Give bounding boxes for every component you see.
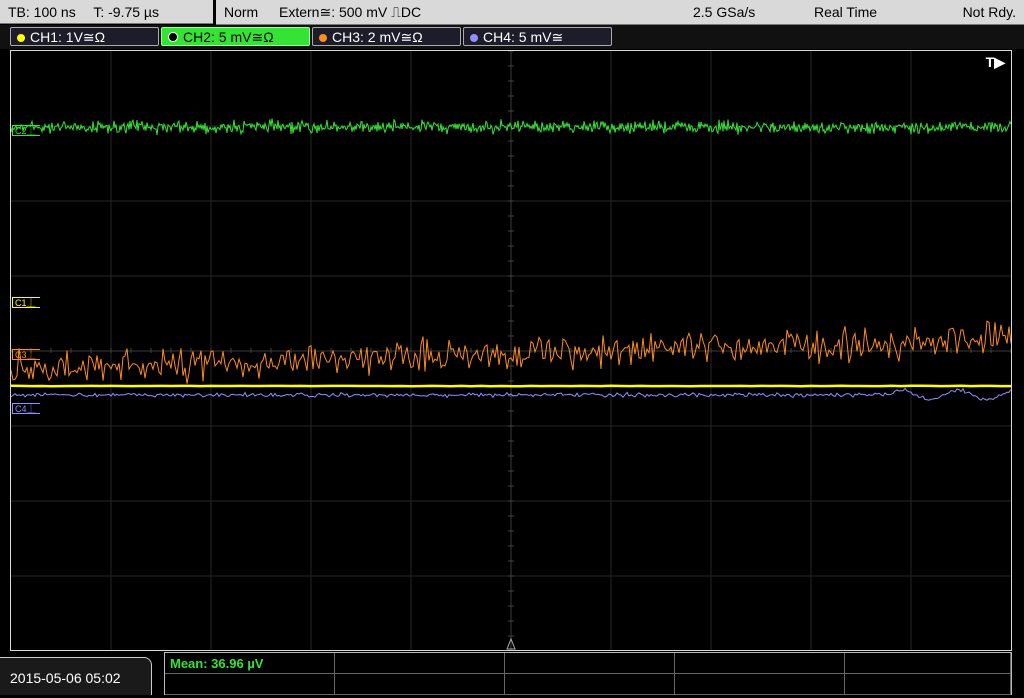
measurement-cell[interactable] bbox=[675, 674, 845, 695]
measurement-cell[interactable] bbox=[675, 653, 845, 674]
channel-2-label: CH2: 5 mV≅Ω bbox=[183, 29, 274, 45]
status-bar: TB: 100 ns T: -9.75 µs Norm Extern≅: 500… bbox=[0, 0, 1024, 25]
channel-4-label: CH4: 5 mV≅ bbox=[483, 29, 563, 45]
trigger-mode: Norm bbox=[224, 0, 258, 24]
mean-measurement: Mean: 36.96 µV bbox=[170, 655, 263, 672]
channel-bar: CH1: 1V≅Ω CH2: 5 mV≅Ω CH3: 2 mV≅Ω CH4: 5… bbox=[0, 25, 1024, 49]
graticule bbox=[11, 51, 1011, 650]
channel-1-dot-icon bbox=[17, 34, 25, 42]
measurement-cell[interactable] bbox=[845, 653, 1011, 674]
channel-1-marker[interactable]: C1⏊ bbox=[12, 297, 40, 308]
timebase-value: TB: 100 ns bbox=[8, 4, 76, 20]
measurement-cell[interactable] bbox=[505, 674, 675, 695]
acquisition-status: Not Rdy. bbox=[963, 0, 1016, 24]
measurement-cell[interactable] bbox=[335, 674, 505, 695]
waveform-canvas bbox=[11, 51, 1011, 650]
measurement-cell[interactable] bbox=[335, 653, 505, 674]
measurement-cell[interactable] bbox=[845, 674, 1011, 695]
channel-3-tab[interactable]: CH3: 2 mV≅Ω bbox=[312, 27, 461, 46]
measurement-cell[interactable] bbox=[505, 653, 675, 674]
channel-3-marker[interactable]: C3⏊ bbox=[12, 349, 40, 360]
acquisition-mode: Real Time bbox=[814, 0, 877, 24]
trigger-source: Extern≅: 500 mV ⎍DC bbox=[279, 0, 421, 24]
channel-1-tab[interactable]: CH1: 1V≅Ω bbox=[10, 27, 159, 46]
sample-rate: 2.5 GSa/s bbox=[693, 0, 755, 24]
trigger-marker-icon: T▶ bbox=[986, 54, 1005, 71]
channel-3-dot-icon bbox=[319, 34, 327, 42]
channel-2-marker[interactable]: C2⏊ bbox=[12, 125, 40, 136]
channel-3-label: CH3: 2 mV≅Ω bbox=[332, 29, 423, 45]
date-time: 2015-05-06 05:02 bbox=[0, 657, 152, 695]
waveform-display[interactable]: T▶ C2⏊ C1⏊ C3⏊ C4⏊ bbox=[10, 50, 1012, 651]
channel-4-marker[interactable]: C4⏊ bbox=[12, 403, 40, 414]
channel-2-dot-icon bbox=[168, 32, 178, 42]
measurement-table[interactable]: Mean: 36.96 µV bbox=[164, 652, 1012, 695]
timebase-panel[interactable]: TB: 100 ns T: -9.75 µs bbox=[0, 0, 213, 24]
measurement-cell[interactable] bbox=[165, 674, 335, 695]
trigger-time-value: T: -9.75 µs bbox=[93, 4, 159, 20]
channel-4-tab[interactable]: CH4: 5 mV≅ bbox=[463, 27, 612, 46]
channel-4-dot-icon bbox=[470, 34, 478, 42]
channel-2-tab[interactable]: CH2: 5 mV≅Ω bbox=[161, 27, 310, 46]
channel-1-label: CH1: 1V≅Ω bbox=[30, 29, 105, 45]
trigger-panel[interactable]: Norm Extern≅: 500 mV ⎍DC 2.5 GSa/s Real … bbox=[216, 0, 1024, 25]
